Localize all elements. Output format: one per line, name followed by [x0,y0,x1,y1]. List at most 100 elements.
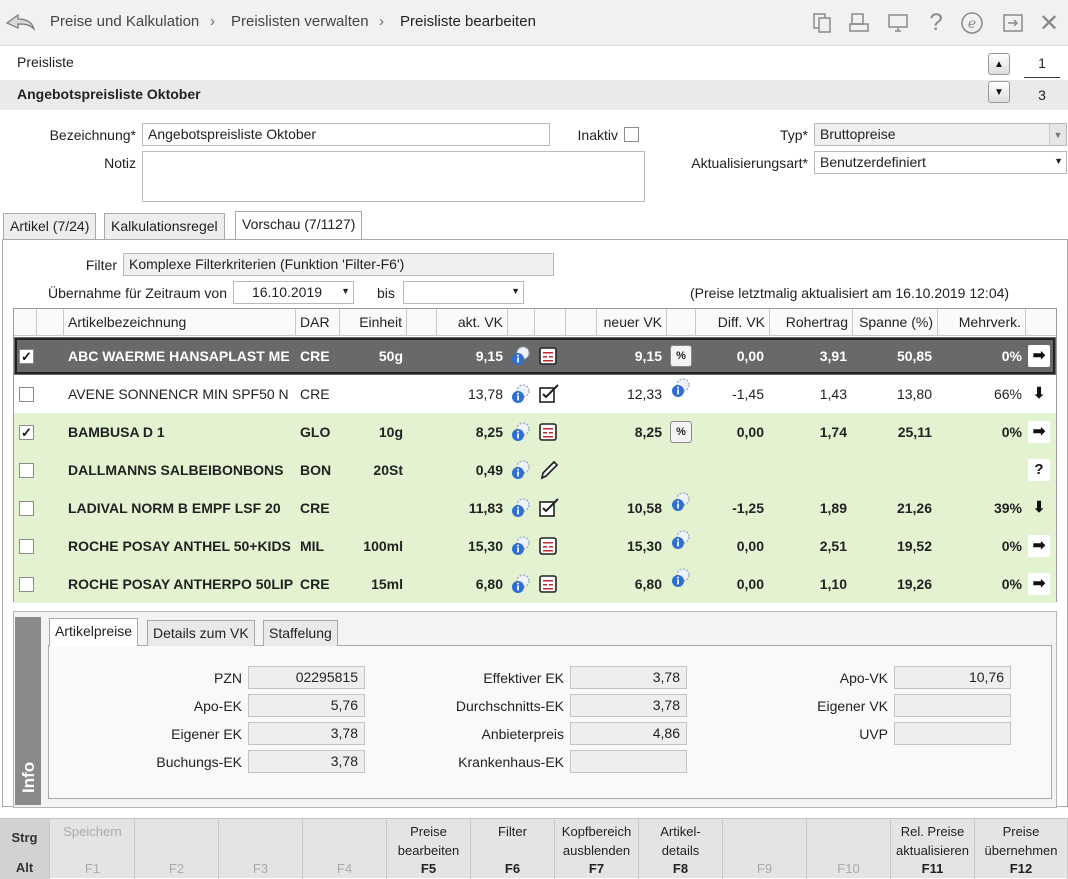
aktualisierungsart-select[interactable]: Benutzerdefiniert ▼ [814,151,1067,174]
akt-vk-info-icon[interactable] [510,375,534,413]
fkey-key: F1 [84,861,101,876]
notiz-textarea[interactable] [142,151,645,202]
fkey-f6[interactable]: Filter F6 [471,819,555,879]
fkey-f9[interactable]: F9 [723,819,807,879]
row-checkbox[interactable] [19,500,34,516]
col-header-akt-vk[interactable]: akt. VK [437,309,508,336]
col-header-artikelbezeichnung[interactable]: Artikelbezeichnung [64,309,296,336]
arrow-right-icon[interactable]: ➡ [1028,535,1050,557]
fkey-key: F7 [588,861,605,876]
info-tab-details-vk[interactable]: Details zum VK [147,620,255,646]
fkey-f7[interactable]: Kopfbereich ausblenden F7 [555,819,639,879]
info-gear-icon[interactable] [670,375,692,413]
edit-note-icon[interactable] [538,375,564,413]
tab-vorschau[interactable]: Vorschau (7/1127) [235,211,363,239]
e-icon[interactable]: e [958,9,986,37]
col-header-spanne[interactable]: Spanne (%) [853,309,938,336]
filter-input[interactable]: Komplexe Filterkriterien (Funktion 'Filt… [123,253,554,276]
fkey-f3[interactable]: F3 [219,819,303,879]
info-gear-icon[interactable] [670,527,692,565]
fkey-f2[interactable]: F2 [135,819,219,879]
col-header-neuer-vk[interactable]: neuer VK [597,309,667,336]
row-checkbox[interactable] [19,576,34,592]
inaktiv-checkbox[interactable] [624,127,639,142]
breadcrumb-item-preise[interactable]: Preise und Kalkulation [50,13,199,30]
cell-mehrverk: 0% [1001,538,1022,554]
fkey-f5[interactable]: Preise bearbeiten F5 [387,819,471,879]
fkey-f11[interactable]: Rel. Preise aktualisieren F11 [891,819,975,879]
document-copy-icon[interactable] [808,9,836,37]
akt-vk-info-icon[interactable] [510,451,534,489]
print-icon[interactable] [845,9,873,37]
akt-vk-info-icon[interactable] [510,337,534,375]
fkey-f8[interactable]: Artikel-details F8 [639,819,723,879]
date-to-picker[interactable]: ▼ [403,281,524,304]
info-label-buchungs-ek: Buchungs-EK [156,754,242,770]
fkey-f4[interactable]: F4 [303,819,387,879]
akt-vk-info-icon[interactable] [510,413,534,451]
arrow-down-icon[interactable]: ⬇ [1028,497,1050,519]
row-checkbox[interactable] [19,538,34,554]
calculator-icon[interactable] [538,413,564,451]
row-checkbox[interactable] [19,386,34,402]
col-header-einheit[interactable]: Einheit [340,309,407,336]
arrow-right-icon[interactable]: ➡ [1028,573,1050,595]
akt-vk-info-icon[interactable] [510,527,534,565]
info-label-anbieterpreis: Anbieterpreis [481,726,565,742]
tab-artikel[interactable]: Artikel (7/24) [3,213,97,239]
col-header-diff-vk[interactable]: Diff. VK [696,309,770,336]
percent-icon[interactable]: % [670,345,692,367]
table-row[interactable]: ROCHE POSAY ANTHEL 50+KIDS MIL 100ml 15,30 1… [14,527,1056,565]
row-checkbox[interactable]: ✓ [19,424,34,440]
date-from-picker[interactable]: 16.10.2019 ▼ [233,281,354,304]
monitor-icon[interactable] [884,9,912,37]
arrow-right-percent-icon[interactable]: ➡ [1028,421,1050,443]
close-icon[interactable]: ✕ [1035,9,1063,37]
row-checkbox[interactable] [19,462,34,478]
page-down-button[interactable]: ▼ [988,81,1010,103]
table-row[interactable]: AVENE SONNENCR MIN SPF50 N CRE 13,78 12,33 -… [14,375,1056,413]
info-gear-icon[interactable] [670,565,692,603]
cell-dar: BON [300,462,332,478]
col-header-mehrverk[interactable]: Mehrverk. [938,309,1026,336]
table-row[interactable]: LADIVAL NORM B EMPF LSF 20 CRE 11,83 10,58 -… [14,489,1056,527]
info-gear-icon[interactable] [670,489,692,527]
chevron-down-icon: ▼ [1054,156,1063,166]
table-row[interactable]: DALLMANNS SALBEIBONBONS BON 20St 0,49? [14,451,1056,489]
bezeichnung-label: Bezeichnung* [49,127,136,143]
info-label-krankenhaus-ek: Krankenhaus-EK [458,754,564,770]
question-icon[interactable]: ? [1028,459,1050,481]
back-arrow-icon[interactable] [4,8,36,36]
calculator-icon[interactable] [538,527,564,565]
export-icon[interactable] [999,9,1027,37]
pencil-icon[interactable] [538,451,564,489]
akt-vk-info-icon[interactable] [510,565,534,603]
calculator-icon[interactable] [538,337,564,375]
table-row[interactable]: ROCHE POSAY ANTHERPO 50LIP CRE 15ml 6,80 6,8… [14,565,1056,603]
bezeichnung-input[interactable]: Angebotspreisliste Oktober [142,123,550,146]
col-header-rohertrag[interactable]: Rohertrag [770,309,853,336]
fkey-f10[interactable]: F10 [807,819,891,879]
table-row[interactable]: ✓ ABC WAERME HANSAPLAST ME CRE 50g 9,15 9,15%… [14,337,1056,375]
typ-select[interactable]: Bruttopreise ▼ [814,123,1067,146]
fkey-f12[interactable]: Preise übernehmen F12 [975,819,1068,879]
tab-kalkulationsregel[interactable]: Kalkulationsregel [104,213,225,239]
fkey-f1[interactable]: Speichern F1 [51,819,135,879]
info-tab-artikelpreise[interactable]: Artikelpreise [49,618,139,646]
arrow-right-percent-icon[interactable]: ➡ [1028,345,1050,367]
calculator-icon[interactable] [538,565,564,603]
edit-note-icon[interactable] [538,489,564,527]
breadcrumb-item-preislisten[interactable]: Preislisten verwalten [231,13,369,30]
row-checkbox[interactable]: ✓ [19,348,34,364]
info-label-eigener-vk: Eigener VK [817,698,888,714]
col-header-dar[interactable]: DAR [296,309,340,336]
akt-vk-info-icon[interactable] [510,489,534,527]
arrow-down-icon[interactable]: ⬇ [1028,383,1050,405]
bis-label: bis [377,285,395,301]
help-icon[interactable]: ? [922,9,950,37]
percent-icon[interactable]: % [670,421,692,443]
table-row[interactable]: ✓ BAMBUSA D 1 GLO 10g 8,25 8,25% 0,00 1,74 25,11… [14,413,1056,451]
modifier-keys[interactable]: Strg Alt [0,819,50,879]
page-up-button[interactable]: ▲ [988,53,1010,75]
info-tab-staffelung[interactable]: Staffelung [263,620,338,646]
